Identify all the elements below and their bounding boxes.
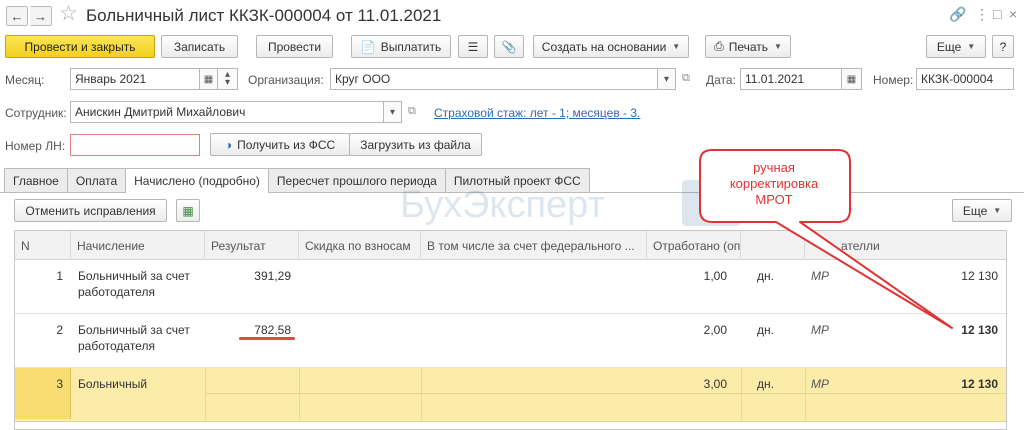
callout-line2: корректировка	[729, 176, 819, 191]
annotation-callout	[699, 149, 953, 329]
callout-line1: ручная	[753, 160, 795, 175]
callout-line3: МРОТ	[755, 192, 793, 207]
callout-text: ручная корректировка МРОТ	[700, 160, 848, 208]
